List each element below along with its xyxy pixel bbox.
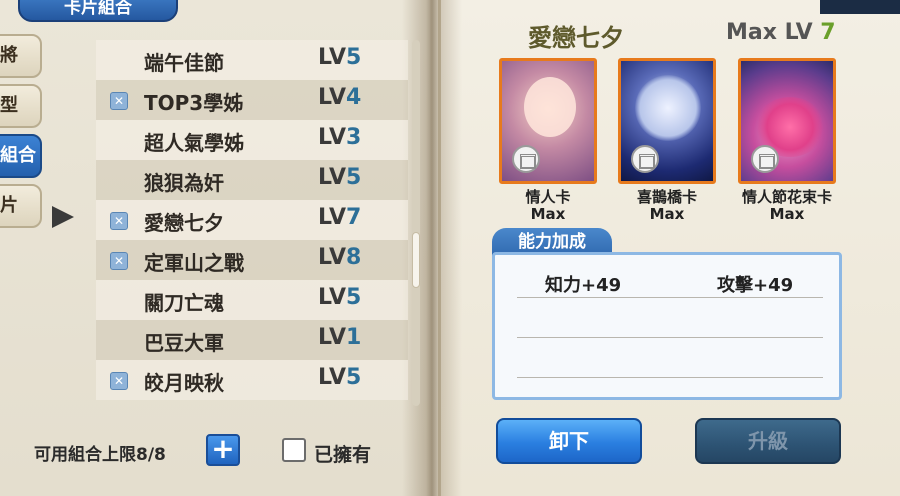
building-icon [751,145,779,173]
stat-attack: 攻擊+49 [717,275,794,296]
combo-level: LV3 [318,125,362,150]
card-portrait [524,77,576,137]
combo-level: LV5 [318,165,362,190]
combo-limit-label: 可用組合上限8/8 [34,445,166,465]
combo-name: 巴豆大軍 [144,331,224,355]
card-level: Max [530,205,566,223]
combo-level: LV4 [318,85,362,110]
owned-check-icon: ✕ [110,252,128,270]
add-combo-button[interactable]: + [206,434,240,466]
ability-bonus-panel: 知力+49 攻擊+49 [492,252,842,400]
owned-check-icon: ✕ [110,92,128,110]
list-item[interactable]: 超人氣學姊 LV3 [96,120,408,160]
list-item[interactable]: 狼狽為奸 LV5 [96,160,408,200]
owned-check-icon: ✕ [110,372,128,390]
building-icon [631,145,659,173]
combo-list: 端午佳節 LV5 ✕ TOP3學姊 LV4 超人氣學姊 LV3 狼狽為奸 LV5… [96,40,408,406]
stat-intelligence: 知力+49 [545,275,622,296]
upgrade-button[interactable]: 升級 [695,418,841,464]
combo-name: 狼狽為奸 [144,171,224,195]
max-level: Max LV 7 [726,20,836,45]
list-item[interactable]: 端午佳節 LV5 [96,40,408,80]
combo-name: 皎月映秋 [144,371,224,395]
combo-level: LV5 [318,285,362,310]
divider [517,377,823,378]
card-magpie-bridge[interactable] [618,58,716,184]
card-level: Max [649,205,685,223]
card-name: 情人節花束卡 [741,188,832,206]
list-scrollbar[interactable] [412,40,420,406]
side-tab-combo[interactable]: 組合 [0,134,42,178]
owned-filter-label: 已擁有 [314,444,372,466]
combo-detail-title: 愛戀七夕 [528,24,624,52]
side-tab-general[interactable]: 將 [0,34,42,78]
combo-name: 超人氣學姊 [144,131,244,155]
card-portrait [635,75,701,141]
card-valentine-bouquet[interactable] [738,58,836,184]
combo-level: LV5 [318,365,362,390]
divider [517,297,823,298]
combo-level: LV8 [318,245,362,270]
combo-name: 定軍山之戰 [144,251,244,275]
combo-name: 關刀亡魂 [144,291,224,315]
side-tab-type[interactable]: 型 [0,84,42,128]
card-lover[interactable] [499,58,597,184]
combo-level: LV5 [318,45,362,70]
list-item-selected[interactable]: ✕ 愛戀七夕 LV7 [96,200,408,240]
combo-level: LV7 [318,205,362,230]
list-item[interactable]: 關刀亡魂 LV5 [96,280,408,320]
card-name: 喜鵲橋卡 [636,188,697,206]
card-name: 情人卡 [525,188,571,206]
owned-filter-checkbox[interactable] [282,438,306,462]
list-scroll-thumb[interactable] [412,232,420,288]
divider [517,337,823,338]
list-item[interactable]: ✕ 定軍山之戰 LV8 [96,240,408,280]
top-edge [820,0,900,14]
combo-name: 端午佳節 [144,51,224,75]
book-spine [402,0,462,496]
list-item[interactable]: ✕ 皎月映秋 LV5 [96,360,408,400]
combo-name: 愛戀七夕 [144,211,224,235]
side-tab-card[interactable]: 片 [0,184,42,228]
unload-button[interactable]: 卸下 [496,418,642,464]
building-icon [512,145,540,173]
selection-arrow-icon [52,206,74,228]
header-title: 卡片組合 [18,0,178,22]
list-item[interactable]: 巴豆大軍 LV1 [96,320,408,360]
combo-level: LV1 [318,325,362,350]
card-level: Max [769,205,805,223]
combo-name: TOP3學姊 [144,91,244,115]
owned-check-icon: ✕ [110,212,128,230]
list-item[interactable]: ✕ TOP3學姊 LV4 [96,80,408,120]
